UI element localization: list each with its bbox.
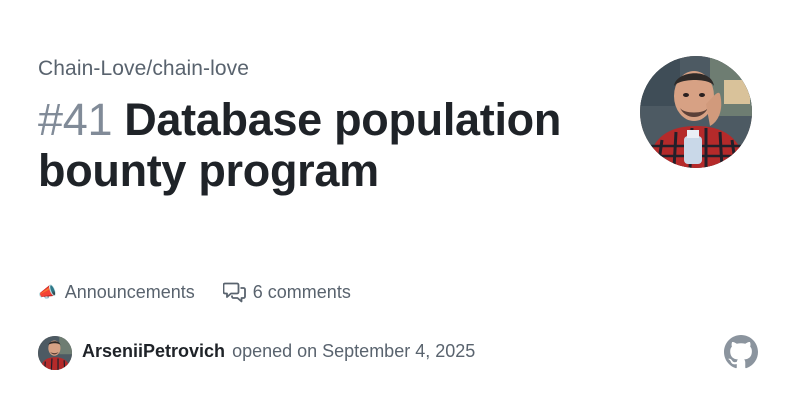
- category-link[interactable]: 📣 Announcements: [38, 282, 195, 303]
- issue-title[interactable]: Database population bounty program: [38, 94, 561, 196]
- issue-title-block: #41 Database population bounty program: [38, 94, 598, 196]
- social-preview-card: Chain-Love/chain-love #41 Database popula…: [0, 0, 800, 419]
- comments-link[interactable]: 6 comments: [222, 281, 351, 303]
- issue-number: #41: [38, 94, 113, 145]
- opened-date: opened on September 4, 2025: [232, 341, 476, 361]
- avatar-portrait-small: [38, 336, 72, 370]
- author-username[interactable]: ArseniiPetrovich: [82, 341, 225, 362]
- issue-meta: 📣 Announcements 6 comments: [38, 280, 351, 304]
- avatar-portrait: [640, 56, 752, 168]
- repo-name[interactable]: Chain-Love/chain-love: [38, 57, 249, 81]
- category-label: Announcements: [64, 281, 195, 302]
- author-avatar-large[interactable]: [640, 56, 752, 168]
- author-avatar-small[interactable]: [38, 336, 72, 370]
- comment-discussion-icon: [222, 282, 246, 303]
- comments-count: 6 comments: [252, 281, 351, 302]
- author-row: ArseniiPetrovich opened on September 4, …: [82, 341, 475, 362]
- github-mark-icon[interactable]: [724, 335, 758, 369]
- megaphone-icon: 📣: [38, 283, 57, 301]
- github-mark-svg: [724, 335, 758, 369]
